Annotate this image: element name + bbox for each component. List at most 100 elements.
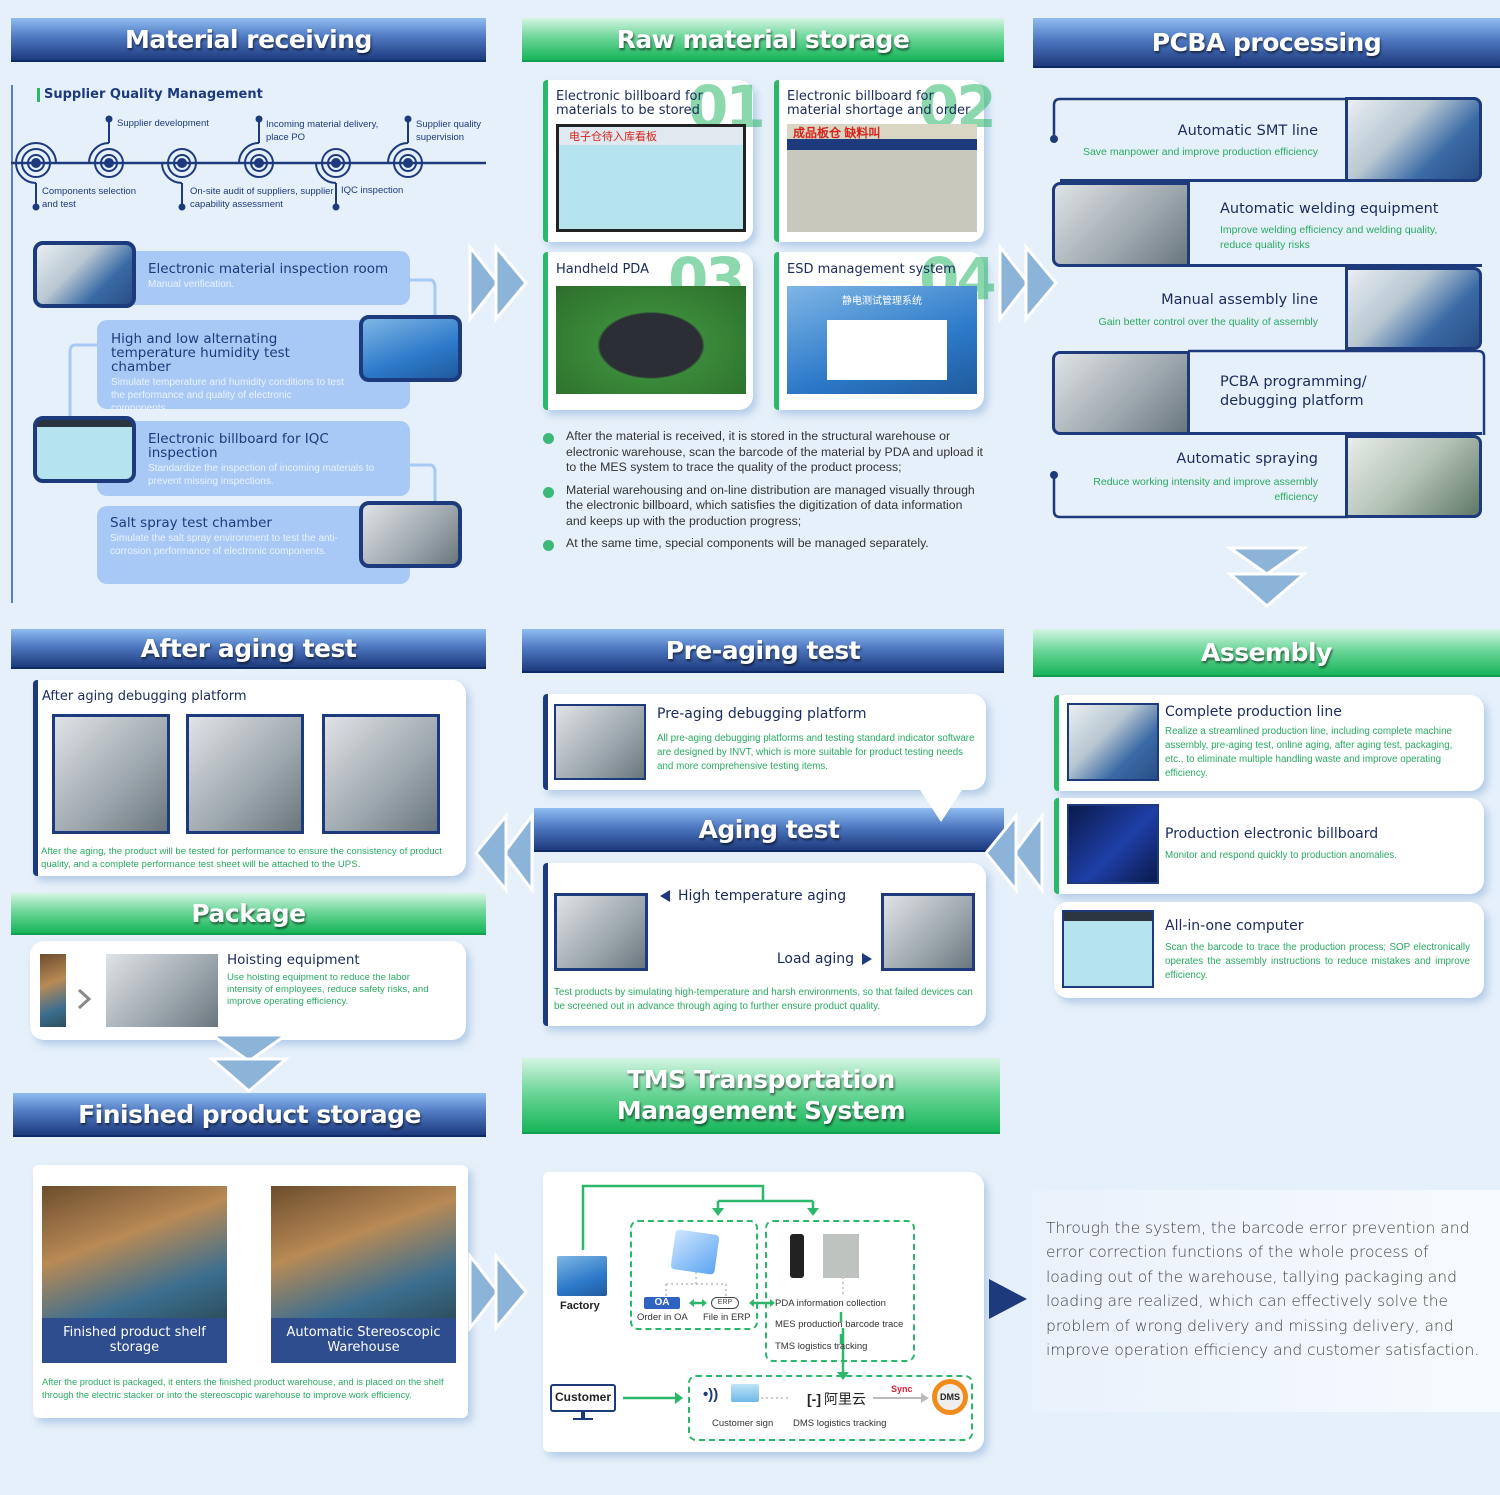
item-title: All-in-one computer <box>1165 918 1304 934</box>
item-title: Hoisting equipment <box>227 952 360 968</box>
header-label: PCBA processing <box>1151 27 1382 57</box>
arrow-down-icon <box>807 1208 819 1216</box>
item-desc: Scan the barcode to trace the production… <box>1165 942 1470 981</box>
triangle-left-icon <box>660 890 670 902</box>
load-aging-photo <box>881 893 975 971</box>
item-title: Production electronic billboard <box>1165 826 1379 842</box>
arrow-down-icon <box>712 1208 724 1216</box>
timeline-node-icon <box>315 148 351 184</box>
header-label: Material receiving <box>125 24 372 54</box>
customer-sign-label: Customer sign <box>712 1418 774 1429</box>
assembly-card-billboard: Production electronic billboard Monitor … <box>1054 798 1484 894</box>
pcba-item-welding: Automatic welding equipment Improve weld… <box>1190 182 1482 267</box>
stereoscopic-warehouse-label: Automatic Stereoscopic Warehouse <box>271 1318 456 1363</box>
header-assembly: Assembly <box>1033 629 1500 677</box>
after-aging-photo-2 <box>186 714 304 834</box>
after-aging-photo-3 <box>322 714 440 834</box>
inspection-room-photo <box>33 241 136 308</box>
order-in-oa-label: Order in OA <box>637 1312 688 1323</box>
high-temp-aging-photo <box>554 893 648 971</box>
cloud-cube-icon <box>670 1229 720 1275</box>
high-temp-aging-label: High temperature aging <box>660 888 846 904</box>
storage-card-04: 04 ESD management system 静电测试管理系统 <box>774 250 997 410</box>
after-aging-card: After aging debugging platform After the… <box>33 680 466 876</box>
pcba-item-manual: Manual assembly line Gain better control… <box>1060 267 1345 350</box>
item-desc: Gain better control over the quality of … <box>1098 316 1318 328</box>
flow-arrow-down-icon <box>208 1033 290 1093</box>
billboard-photo: 电子仓待入库看板 <box>556 124 746 232</box>
timeline-node-icon <box>238 142 274 178</box>
card-title: ESD management system <box>787 262 956 277</box>
pda-device-icon <box>790 1234 804 1278</box>
flow-arrow-left-icon <box>984 812 1044 894</box>
item-desc: Improve welding efficiency and welding q… <box>1220 224 1438 251</box>
storage-card-01: 01 Electronic billboard for materials to… <box>543 78 766 242</box>
header-label: Raw material storage <box>616 24 910 54</box>
tms-summary-panel: Through the system, the barcode error pr… <box>1032 1190 1500 1412</box>
item-desc: Use hoisting equipment to reduce the lab… <box>227 972 429 1007</box>
storage-bullets: After the material is received, it is st… <box>543 429 983 552</box>
item-title: Salt spray test chamber <box>110 515 272 531</box>
sync-label: Sync <box>891 1384 913 1394</box>
wireless-signal-icon: •)) <box>703 1386 719 1403</box>
after-aging-photo-1 <box>52 714 170 834</box>
pre-aging-platform-photo <box>554 704 646 780</box>
item-title: Automatic spraying <box>1176 451 1318 467</box>
timeline-label: On-site audit of suppliers, supplier cap… <box>190 186 334 210</box>
bullet-dot-icon <box>543 433 554 444</box>
item-title: PCBA programming/ debugging platform <box>1220 374 1367 409</box>
dms-logo: DMS <box>932 1379 968 1415</box>
bullet-text: At the same time, special components wil… <box>566 536 929 550</box>
item-desc: Realize a streamlined production line, i… <box>1165 726 1453 779</box>
aliyun-text: 阿里云 <box>824 1391 866 1407</box>
assembly-card-production-line: Complete production line Realize a strea… <box>1054 695 1484 791</box>
customer-box: Customer <box>550 1384 616 1412</box>
header-label: Aging test <box>698 814 840 844</box>
timeline-label: Components selection and test <box>42 186 136 210</box>
salt-spray-photo <box>359 501 462 568</box>
timeline-label: Supplier development <box>117 118 209 129</box>
all-in-one-computer-photo <box>1062 910 1154 988</box>
item-iqc-billboard: Electronic billboard for IQC inspection … <box>97 421 410 496</box>
barcode-label-icon <box>823 1234 859 1278</box>
tms-tracking-label: TMS logistics tracking <box>775 1341 868 1352</box>
card-title: Electronic billboard for material shorta… <box>787 89 971 118</box>
production-billboard-photo <box>1067 804 1159 884</box>
item-desc: Save manpower and improve production eff… <box>1082 146 1318 158</box>
flow-arrow-down-icon <box>1226 546 1308 608</box>
timeline-node-icon <box>387 142 423 178</box>
item-desc: After the product is packaged, it enters… <box>42 1377 444 1400</box>
chevron-right-icon[interactable] <box>76 988 92 1010</box>
bullet-item: Material warehousing and on-line distrib… <box>543 483 983 530</box>
timeline-node-icon <box>88 142 124 178</box>
esd-system-photo: 静电测试管理系统 <box>787 286 977 394</box>
flow-arrow-right-icon <box>468 243 528 323</box>
load-aging-label: Load aging <box>777 951 872 967</box>
aging-card: High temperature aging Load aging Test p… <box>543 863 986 1026</box>
hoisting-equipment-photo <box>106 954 218 1027</box>
header-raw-material-storage: Raw material storage <box>522 18 1004 62</box>
factory-label: Factory <box>560 1300 600 1312</box>
finished-storage-card: Finished product shelf storage Automatic… <box>33 1165 468 1418</box>
production-line-photo <box>1067 703 1159 781</box>
bullet-dot-icon <box>543 540 554 551</box>
billboard-photo: 成品板仓 缺料叫 <box>787 124 977 232</box>
timeline-node-icon <box>15 142 57 184</box>
header-label: After aging test <box>140 633 357 663</box>
header-tms: TMS Transportation Management System <box>522 1058 1000 1134</box>
card-title: Handheld PDA <box>556 262 649 277</box>
stereoscopic-warehouse-photo <box>271 1186 456 1318</box>
triangle-right-icon <box>989 1279 1027 1319</box>
bullet-dot-icon <box>543 486 554 498</box>
label-text: High temperature aging <box>678 888 847 904</box>
pcba-item-smt: Automatic SMT line Save manpower and imp… <box>1060 97 1345 182</box>
welding-equipment-photo <box>1052 182 1190 267</box>
shelf-storage-photo <box>42 1186 227 1318</box>
pda-photo <box>556 286 746 394</box>
label-text: Load aging <box>776 951 854 967</box>
erp-logo: ERP <box>711 1297 739 1309</box>
item-title: Electronic material inspection room <box>148 261 389 277</box>
item-desc: Standardize the inspection of incoming m… <box>148 463 375 487</box>
bullet-item: At the same time, special components wil… <box>543 536 983 552</box>
tms-diagram-card: Factory OA ERP Order in OA File in ERP P… <box>543 1172 984 1452</box>
